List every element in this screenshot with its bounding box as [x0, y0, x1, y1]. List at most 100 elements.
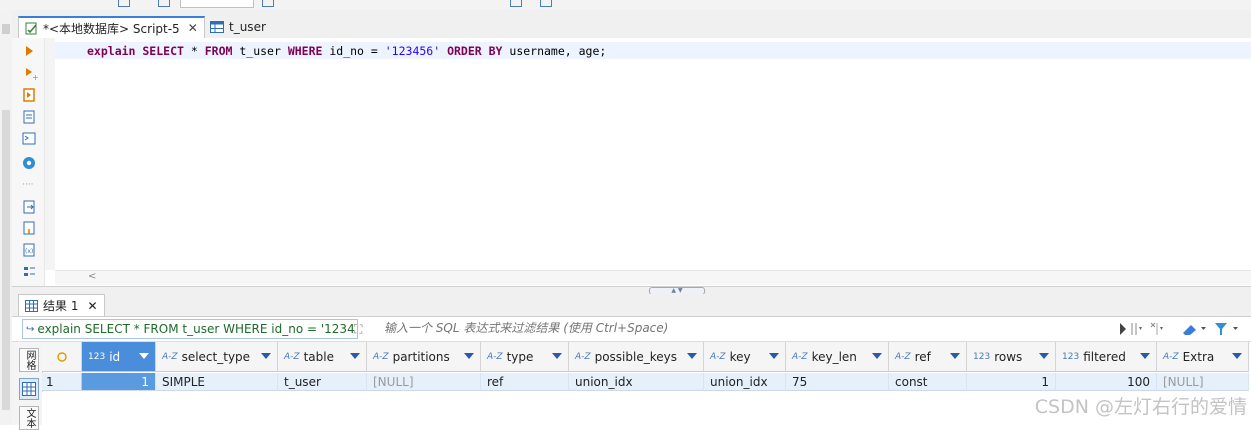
table-cell[interactable]: SIMPLE — [156, 373, 278, 391]
toolbar-icon[interactable] — [540, 0, 552, 7]
table-cell[interactable]: union_idx — [704, 373, 786, 391]
clear-filter-icon[interactable] — [1150, 322, 1163, 335]
editor-horizontal-scrollbar[interactable]: < — [55, 270, 1251, 285]
tab-close-icon[interactable]: ✕ — [87, 299, 97, 313]
eraser-icon[interactable] — [1183, 325, 1206, 335]
column-header-partitions[interactable]: A-Z partitions — [367, 342, 481, 372]
executed-query-text: explain SELECT * FROM t_user WHERE id_no… — [37, 322, 355, 336]
svg-text:(x): (x) — [25, 248, 33, 255]
export-icon[interactable] — [23, 200, 35, 214]
toolbar-combo[interactable] — [180, 0, 254, 8]
apply-filter-icon[interactable] — [1120, 323, 1126, 335]
column-sort-icon[interactable] — [1039, 353, 1049, 359]
sql-script-icon — [25, 22, 37, 35]
column-header-select-type[interactable]: A-Z select_type — [156, 342, 278, 372]
table-cell[interactable]: 75 — [786, 373, 889, 391]
column-header-type[interactable]: A-Z type — [481, 342, 569, 372]
filter-funnel-icon[interactable] — [1215, 323, 1238, 335]
table-cell[interactable]: 100 — [1056, 373, 1157, 391]
result-filter-input[interactable] — [368, 319, 1124, 337]
table-cell[interactable]: [NULL] — [1157, 373, 1249, 391]
row-number-header[interactable] — [42, 342, 82, 372]
sql-statement[interactable]: explain SELECT * FROM t_user WHERE id_no… — [87, 44, 606, 58]
column-header-key[interactable]: A-Z key — [704, 342, 786, 372]
column-header-key-len[interactable]: A-Z key_len — [786, 342, 889, 372]
column-header-label: rows — [994, 349, 1023, 364]
table-icon — [210, 21, 224, 33]
tab-close-icon[interactable]: ✕ — [188, 21, 198, 35]
editor-actions: + ···· (x) — [22, 46, 39, 276]
column-header-ref[interactable]: A-Z ref — [889, 342, 967, 372]
column-header-rows[interactable]: 123 rows — [967, 342, 1056, 372]
column-sort-icon[interactable] — [687, 353, 697, 359]
column-sort-icon[interactable] — [872, 353, 882, 359]
column-sort-icon[interactable] — [1232, 353, 1242, 359]
table-row[interactable]: 1 1 SIMPLE t_user [NULL] ref union_idx union_id… — [42, 373, 1251, 391]
column-sort-icon[interactable] — [261, 353, 271, 359]
executed-query-label[interactable]: ↪ explain SELECT * FROM t_user WHERE id_… — [22, 319, 358, 339]
grid-view-tab[interactable]: 网格 — [19, 348, 39, 372]
column-sort-icon[interactable] — [769, 353, 779, 359]
sql-token: WHERE — [287, 44, 323, 58]
result-tab-label: 结果 1 — [43, 299, 79, 313]
table-cell[interactable]: union_idx — [569, 373, 704, 391]
editor-action-gutter: + ···· (x) — [12, 38, 45, 286]
tab-t-user[interactable]: t_user — [204, 16, 272, 38]
result-grid-icon — [25, 299, 38, 312]
column-header-table[interactable]: A-Z table — [278, 342, 367, 372]
editor-tab-bar: *<本地数据库> Script-5 ✕ t_user — [12, 10, 1251, 39]
table-cell[interactable]: 1 — [967, 373, 1056, 391]
expand-filter-icon[interactable]: ⛶ — [354, 322, 362, 337]
tab-result-1[interactable]: 结果 1 ✕ — [18, 294, 105, 316]
column-sort-icon[interactable] — [139, 353, 149, 359]
sql-token: ORDER BY — [447, 44, 503, 58]
left-edge-scrollbar[interactable] — [2, 110, 10, 410]
results-tab-bar: 结果 1 ✕ — [12, 294, 1251, 317]
grid-view-icon[interactable] — [19, 378, 39, 400]
gutter-separator: ···· — [22, 180, 33, 190]
settings-gear-icon[interactable] — [23, 157, 35, 169]
row-number[interactable]: 1 — [42, 373, 82, 391]
toolbar-icon[interactable] — [510, 0, 522, 7]
column-header-id[interactable]: 123 id — [82, 342, 156, 372]
filter-history-icon[interactable] — [1131, 323, 1142, 335]
column-header-label: select_type — [181, 349, 251, 364]
load-script-icon[interactable] — [23, 221, 35, 235]
column-sort-icon[interactable] — [350, 353, 360, 359]
string-type-icon: A-Z — [373, 351, 389, 362]
variables-icon[interactable]: (x) — [23, 243, 35, 257]
column-sort-icon[interactable] — [552, 353, 562, 359]
string-type-icon: A-Z — [792, 351, 808, 362]
table-cell[interactable]: 1 — [82, 373, 156, 391]
terminal-icon[interactable] — [22, 132, 36, 145]
toolbar-icon[interactable] — [262, 0, 274, 7]
table-cell[interactable]: [NULL] — [367, 373, 481, 391]
table-cell[interactable]: ref — [481, 373, 569, 391]
tab-script-5[interactable]: *<本地数据库> Script-5 ✕ — [18, 16, 205, 39]
column-header-filtered[interactable]: 123 filtered — [1056, 342, 1157, 372]
table-cell[interactable]: t_user — [278, 373, 367, 391]
toolbar-icon[interactable] — [158, 0, 170, 7]
outline-icon[interactable] — [24, 267, 35, 276]
filter-actions — [1120, 322, 1238, 335]
execute-statement-new-tab-icon[interactable]: + — [26, 68, 39, 82]
column-header-possible-keys[interactable]: A-Z possible_keys — [569, 342, 704, 372]
explain-plan-icon[interactable] — [23, 110, 35, 124]
string-type-icon: A-Z — [895, 351, 911, 362]
sql-editor[interactable] — [12, 38, 1251, 286]
column-sort-icon[interactable] — [1140, 353, 1150, 359]
toolbar-icon[interactable] — [118, 0, 130, 7]
sql-token: explain SELECT — [87, 44, 184, 58]
scroll-left-icon[interactable]: < — [88, 271, 96, 282]
column-header-extra[interactable]: A-Z Extra — [1157, 342, 1249, 372]
table-cell[interactable]: const — [889, 373, 967, 391]
column-sort-icon[interactable] — [464, 353, 474, 359]
result-filter-bar: ↪ explain SELECT * FROM t_user WHERE id_… — [12, 317, 1251, 342]
execute-statement-icon[interactable] — [26, 46, 33, 56]
text-view-tab[interactable]: 文本 — [19, 406, 39, 430]
execute-script-icon[interactable] — [23, 88, 35, 102]
column-sort-icon[interactable] — [950, 353, 960, 359]
result-view-switcher: 网格 文本 — [12, 342, 43, 430]
column-header-label: table — [303, 349, 334, 364]
column-header-label: key — [729, 349, 751, 364]
